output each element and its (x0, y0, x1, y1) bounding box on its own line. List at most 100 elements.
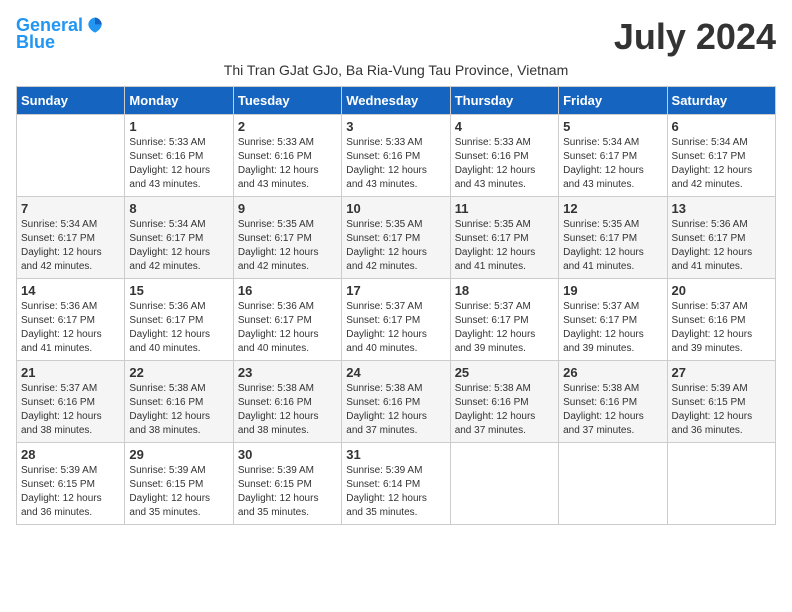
day-number: 14 (21, 283, 120, 298)
day-info: Sunrise: 5:38 AM Sunset: 6:16 PM Dayligh… (455, 382, 554, 438)
day-number: 11 (455, 201, 554, 216)
calendar-week-4: 21 Sunrise: 5:37 AM Sunset: 6:16 PM Dayli… (17, 361, 776, 443)
day-info: Sunrise: 5:39 AM Sunset: 6:15 PM Dayligh… (672, 382, 771, 438)
calendar-cell: 10Sunrise: 5:35 AM Sunset: 6:17 PM Dayli… (342, 197, 450, 279)
day-number: 23 (238, 365, 337, 380)
day-number: 12 (563, 201, 662, 216)
day-info: Sunrise: 5:38 AM Sunset: 6:16 PM Dayligh… (346, 382, 445, 438)
calendar-cell: 21 Sunrise: 5:37 AM Sunset: 6:16 PM Dayli… (17, 361, 125, 443)
day-info: Sunrise: 5:36 AM Sunset: 6:17 PM Dayligh… (238, 300, 337, 356)
calendar-cell: 17 Sunrise: 5:37 AM Sunset: 6:17 PM Dayli… (342, 279, 450, 361)
day-info: Sunrise: 5:35 AM Sunset: 6:17 PM Dayligh… (563, 218, 662, 274)
day-info: Sunrise: 5:36 AM Sunset: 6:17 PM Dayligh… (672, 218, 771, 274)
col-tuesday: Tuesday (233, 87, 341, 115)
day-info: Sunrise: 5:39 AM Sunset: 6:15 PM Dayligh… (129, 464, 228, 520)
logo: General Blue (16, 16, 105, 53)
day-number: 15 (129, 283, 228, 298)
day-info: Sunrise: 5:38 AM Sunset: 6:16 PM Dayligh… (563, 382, 662, 438)
calendar-cell: 11 Sunrise: 5:35 AM Sunset: 6:17 PM Dayli… (450, 197, 558, 279)
day-info: Sunrise: 5:36 AM Sunset: 6:17 PM Dayligh… (21, 300, 120, 356)
day-number: 19 (563, 283, 662, 298)
calendar-cell: 24 Sunrise: 5:38 AM Sunset: 6:16 PM Dayli… (342, 361, 450, 443)
calendar-cell: 12 Sunrise: 5:35 AM Sunset: 6:17 PM Dayli… (559, 197, 667, 279)
day-number: 16 (238, 283, 337, 298)
day-info: Sunrise: 5:37 AM Sunset: 6:17 PM Dayligh… (346, 300, 445, 356)
calendar-cell: 26 Sunrise: 5:38 AM Sunset: 6:16 PM Dayli… (559, 361, 667, 443)
col-wednesday: Wednesday (342, 87, 450, 115)
calendar-cell: 7 Sunrise: 5:34 AM Sunset: 6:17 PM Daylig… (17, 197, 125, 279)
day-number: 18 (455, 283, 554, 298)
day-info: Sunrise: 5:34 AM Sunset: 6:17 PM Dayligh… (563, 136, 662, 192)
day-number: 17 (346, 283, 445, 298)
day-info: Sunrise: 5:38 AM Sunset: 6:16 PM Dayligh… (129, 382, 228, 438)
calendar-cell: 28Sunrise: 5:39 AM Sunset: 6:15 PM Dayli… (17, 443, 125, 525)
calendar-cell: 6 Sunrise: 5:34 AM Sunset: 6:17 PM Daylig… (667, 115, 775, 197)
calendar-cell: 23 Sunrise: 5:38 AM Sunset: 6:16 PM Dayli… (233, 361, 341, 443)
day-number: 31 (346, 447, 445, 462)
calendar-cell: 9 Sunrise: 5:35 AM Sunset: 6:17 PM Daylig… (233, 197, 341, 279)
calendar-cell: 4Sunrise: 5:33 AM Sunset: 6:16 PM Daylig… (450, 115, 558, 197)
day-info: Sunrise: 5:39 AM Sunset: 6:14 PM Dayligh… (346, 464, 445, 520)
col-friday: Friday (559, 87, 667, 115)
calendar-week-1: 1 Sunrise: 5:33 AM Sunset: 6:16 PM Daylig… (17, 115, 776, 197)
day-info: Sunrise: 5:35 AM Sunset: 6:17 PM Dayligh… (238, 218, 337, 274)
day-number: 1 (129, 119, 228, 134)
calendar-cell: 3Sunrise: 5:33 AM Sunset: 6:16 PM Daylig… (342, 115, 450, 197)
day-info: Sunrise: 5:37 AM Sunset: 6:17 PM Dayligh… (455, 300, 554, 356)
day-number: 9 (238, 201, 337, 216)
day-info: Sunrise: 5:36 AM Sunset: 6:17 PM Dayligh… (129, 300, 228, 356)
calendar-cell (17, 115, 125, 197)
day-number: 8 (129, 201, 228, 216)
calendar-cell: 22Sunrise: 5:38 AM Sunset: 6:16 PM Dayli… (125, 361, 233, 443)
day-number: 20 (672, 283, 771, 298)
day-number: 28 (21, 447, 120, 462)
calendar-week-2: 7 Sunrise: 5:34 AM Sunset: 6:17 PM Daylig… (17, 197, 776, 279)
day-number: 13 (672, 201, 771, 216)
calendar-cell: 8 Sunrise: 5:34 AM Sunset: 6:17 PM Daylig… (125, 197, 233, 279)
day-info: Sunrise: 5:34 AM Sunset: 6:17 PM Dayligh… (672, 136, 771, 192)
calendar-cell: 31 Sunrise: 5:39 AM Sunset: 6:14 PM Dayli… (342, 443, 450, 525)
day-number: 4 (455, 119, 554, 134)
calendar-cell: 13 Sunrise: 5:36 AM Sunset: 6:17 PM Dayli… (667, 197, 775, 279)
day-number: 30 (238, 447, 337, 462)
day-number: 24 (346, 365, 445, 380)
calendar-table: Sunday Monday Tuesday Wednesday Thursday… (16, 86, 776, 525)
day-info: Sunrise: 5:33 AM Sunset: 6:16 PM Dayligh… (129, 136, 228, 192)
day-number: 29 (129, 447, 228, 462)
day-number: 21 (21, 365, 120, 380)
day-info: Sunrise: 5:34 AM Sunset: 6:17 PM Dayligh… (21, 218, 120, 274)
month-title: July 2024 (614, 16, 776, 58)
col-saturday: Saturday (667, 87, 775, 115)
calendar-cell: 29 Sunrise: 5:39 AM Sunset: 6:15 PM Dayli… (125, 443, 233, 525)
day-info: Sunrise: 5:35 AM Sunset: 6:17 PM Dayligh… (455, 218, 554, 274)
day-info: Sunrise: 5:39 AM Sunset: 6:15 PM Dayligh… (238, 464, 337, 520)
calendar-cell: 5 Sunrise: 5:34 AM Sunset: 6:17 PM Daylig… (559, 115, 667, 197)
column-headers: Sunday Monday Tuesday Wednesday Thursday… (17, 87, 776, 115)
calendar-cell: 20Sunrise: 5:37 AM Sunset: 6:16 PM Dayli… (667, 279, 775, 361)
logo-icon (85, 16, 105, 36)
day-number: 25 (455, 365, 554, 380)
calendar-cell: 18 Sunrise: 5:37 AM Sunset: 6:17 PM Dayli… (450, 279, 558, 361)
calendar-cell: 2Sunrise: 5:33 AM Sunset: 6:16 PM Daylig… (233, 115, 341, 197)
calendar-cell: 19 Sunrise: 5:37 AM Sunset: 6:17 PM Dayli… (559, 279, 667, 361)
col-monday: Monday (125, 87, 233, 115)
day-info: Sunrise: 5:37 AM Sunset: 6:16 PM Dayligh… (21, 382, 120, 438)
calendar-cell: 1 Sunrise: 5:33 AM Sunset: 6:16 PM Daylig… (125, 115, 233, 197)
day-number: 7 (21, 201, 120, 216)
calendar-cell: 15 Sunrise: 5:36 AM Sunset: 6:17 PM Dayli… (125, 279, 233, 361)
day-info: Sunrise: 5:33 AM Sunset: 6:16 PM Dayligh… (346, 136, 445, 192)
calendar-cell (559, 443, 667, 525)
day-info: Sunrise: 5:37 AM Sunset: 6:17 PM Dayligh… (563, 300, 662, 356)
day-info: Sunrise: 5:34 AM Sunset: 6:17 PM Dayligh… (129, 218, 228, 274)
day-number: 27 (672, 365, 771, 380)
day-info: Sunrise: 5:38 AM Sunset: 6:16 PM Dayligh… (238, 382, 337, 438)
page-subtitle: Thi Tran GJat GJo, Ba Ria-Vung Tau Provi… (16, 62, 776, 78)
calendar-cell: 30 Sunrise: 5:39 AM Sunset: 6:15 PM Dayli… (233, 443, 341, 525)
day-number: 6 (672, 119, 771, 134)
calendar-cell: 25 Sunrise: 5:38 AM Sunset: 6:16 PM Dayli… (450, 361, 558, 443)
day-number: 5 (563, 119, 662, 134)
day-number: 26 (563, 365, 662, 380)
calendar-cell: 14 Sunrise: 5:36 AM Sunset: 6:17 PM Dayli… (17, 279, 125, 361)
calendar-cell (450, 443, 558, 525)
calendar-cell: 16 Sunrise: 5:36 AM Sunset: 6:17 PM Dayli… (233, 279, 341, 361)
